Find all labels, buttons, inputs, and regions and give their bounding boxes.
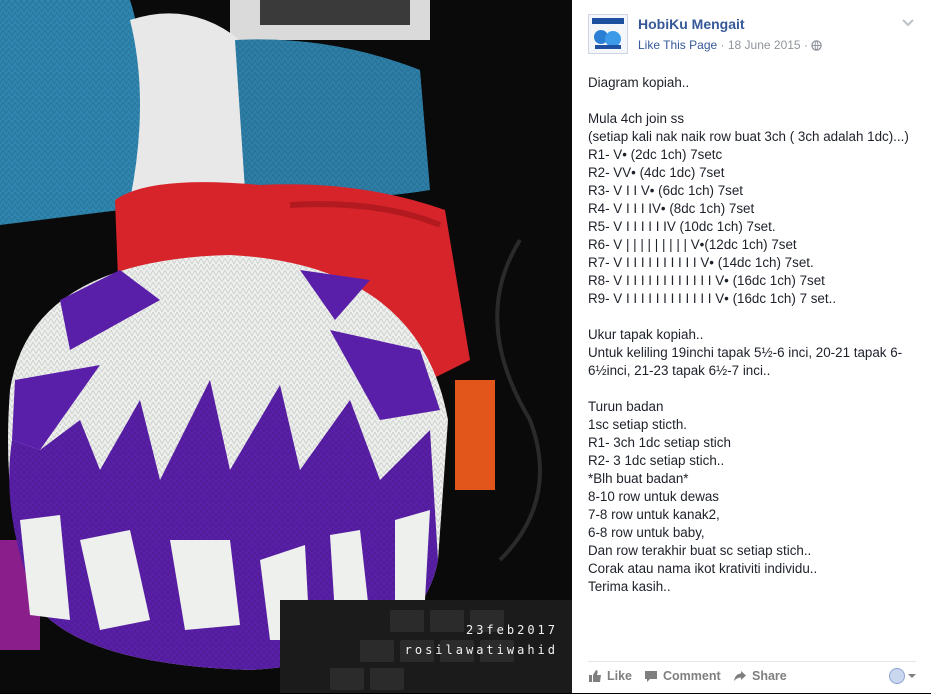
- photo-date-stamp: 23feb2017: [465, 623, 558, 637]
- caret-down-icon: [908, 674, 916, 678]
- post-date[interactable]: 18 June 2015: [728, 38, 801, 52]
- post-actions-bar: Like Comment Share: [588, 661, 916, 694]
- post-photo[interactable]: 23feb2017 rosilawatiwahid: [0, 0, 572, 693]
- thumbs-up-icon: [589, 670, 601, 682]
- post-side-panel: HobiKu Mengait Like This Page · 18 June …: [572, 0, 931, 693]
- comment-button[interactable]: Comment: [644, 669, 721, 683]
- page-avatar[interactable]: [588, 14, 628, 54]
- post-as-selector[interactable]: [889, 668, 916, 684]
- share-arrow-icon: [734, 671, 746, 681]
- share-button[interactable]: Share: [733, 669, 787, 683]
- globe-icon: [811, 40, 823, 54]
- meta-separator: ·: [720, 38, 725, 52]
- avatar-logo-icon: [589, 15, 627, 53]
- like-page-link[interactable]: Like This Page: [638, 38, 717, 52]
- viewer-avatar: [889, 668, 905, 684]
- post-body-text: Diagram kopiah.. Mula 4ch join ss (setia…: [588, 75, 909, 594]
- page-name-link[interactable]: HobiKu Mengait: [638, 16, 745, 32]
- post-meta: Like This Page · 18 June 2015 ·: [638, 38, 823, 54]
- meta-separator-2: ·: [803, 38, 808, 52]
- post-options-chevron-icon[interactable]: [900, 14, 916, 30]
- photo-name-stamp: rosilawatiwahid: [404, 643, 558, 657]
- comment-icon: [645, 671, 657, 682]
- comment-label: Comment: [663, 669, 721, 683]
- like-label: Like: [607, 669, 633, 683]
- like-button[interactable]: Like: [588, 669, 632, 683]
- share-label: Share: [752, 669, 787, 683]
- crochet-hat-photo: [0, 0, 572, 693]
- post-header: HobiKu Mengait Like This Page · 18 June …: [588, 14, 918, 58]
